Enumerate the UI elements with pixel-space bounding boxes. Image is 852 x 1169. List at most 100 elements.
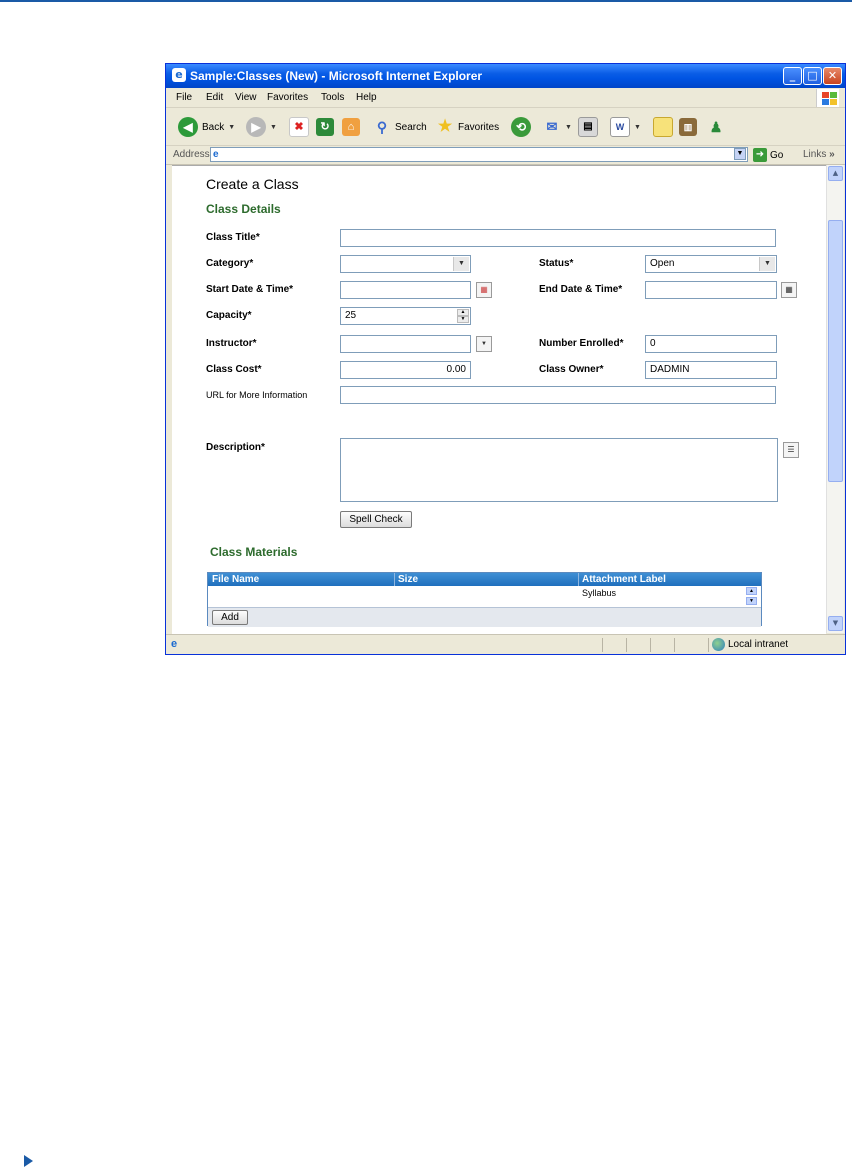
scroll-up-icon[interactable]: ▲ (828, 166, 843, 181)
section-class-materials: Class Materials (210, 545, 298, 559)
messenger-button[interactable]: ♟ (707, 116, 725, 138)
minimize-button[interactable]: _ (783, 67, 802, 85)
refresh-icon: ↻ (316, 118, 334, 136)
mail-button[interactable]: ✉ ▼ (543, 116, 572, 138)
status-divider (626, 638, 627, 652)
col-attachment-label[interactable]: Attachment Label (582, 573, 666, 586)
note-icon (653, 117, 673, 137)
menu-lines-icon[interactable]: ☰ (783, 442, 799, 458)
research-button[interactable]: ▥ (679, 116, 697, 138)
status-dropdown-icon[interactable]: ▼ (759, 257, 775, 271)
add-button[interactable]: Add (212, 610, 248, 625)
vertical-scrollbar[interactable]: ▲ ▼ (826, 165, 844, 633)
search-button[interactable]: ⚲ Search (373, 116, 427, 138)
menu-edit[interactable]: Edit (206, 92, 223, 103)
print-button[interactable]: ▤ (578, 116, 598, 138)
status-divider (602, 638, 603, 652)
ie-logo-icon: e (172, 68, 186, 82)
go-button[interactable]: ➜ Go (753, 148, 783, 162)
grid-header: File Name Size Attachment Label (208, 573, 761, 586)
favorites-button[interactable]: ★ Favorites (436, 116, 499, 138)
scroll-thumb[interactable] (828, 220, 843, 482)
menu-tools[interactable]: Tools (321, 92, 344, 103)
status-select[interactable]: Open ▼ (645, 255, 777, 273)
number-enrolled-input[interactable]: 0 (645, 335, 777, 353)
grid-scrollbar[interactable]: ▲ ▼ (746, 587, 758, 606)
category-dropdown-icon[interactable]: ▼ (453, 257, 469, 271)
stop-icon: ✖ (289, 117, 309, 137)
label-category: Category* (206, 258, 254, 269)
maximize-button[interactable]: □ (803, 67, 822, 85)
security-zone: Local intranet (728, 639, 789, 650)
address-dropdown-icon[interactable]: ▼ (734, 148, 746, 160)
category-select[interactable]: ▼ (340, 255, 471, 273)
forward-arrow-icon: ▶ (246, 117, 266, 137)
page-title: Create a Class (206, 176, 299, 192)
discuss-button[interactable] (653, 116, 673, 138)
spin-down-icon[interactable]: ▼ (457, 316, 469, 323)
col-divider (578, 573, 579, 586)
go-label: Go (770, 149, 784, 161)
col-file-name[interactable]: File Name (212, 573, 259, 586)
menu-help[interactable]: Help (356, 92, 377, 103)
page-top-rule (0, 0, 852, 2)
class-cost-input[interactable]: 0.00 (340, 361, 471, 379)
messenger-icon: ♟ (709, 119, 723, 135)
end-calendar-icon[interactable]: ▦ (781, 282, 797, 298)
home-button[interactable]: ⌂ (342, 116, 360, 138)
url-input[interactable] (340, 386, 776, 404)
col-size[interactable]: Size (398, 573, 418, 586)
word-edit-icon: W (610, 117, 630, 137)
menu-file[interactable]: File (176, 92, 192, 103)
back-button[interactable]: ◀ Back ▼ (178, 116, 235, 138)
forward-button[interactable]: ▶ ▼ (246, 116, 277, 138)
capacity-stepper[interactable]: 25 ▲ ▼ (340, 307, 471, 325)
cell-attachment-label: Syllabus (582, 588, 617, 598)
status-value: Open (650, 258, 675, 269)
back-dropdown-icon[interactable]: ▼ (228, 124, 235, 131)
title-bar[interactable]: e Sample:Classes (New) - Microsoft Inter… (166, 64, 845, 88)
page-status-icon: e (171, 638, 178, 650)
label-class-cost: Class Cost* (206, 364, 262, 375)
intranet-globe-icon (712, 638, 725, 651)
label-start-date: Start Date & Time* (206, 284, 294, 295)
address-input[interactable]: e (210, 147, 748, 162)
toolbar: ◀ Back ▼ ▶ ▼ ✖ ↻ ⌂ ⚲ Search ★ Favorites … (166, 108, 845, 146)
scroll-down-icon[interactable]: ▼ (828, 616, 843, 631)
printer-icon: ▤ (578, 117, 598, 137)
page-content: Create a Class Class Details Class Title… (172, 165, 826, 634)
end-date-input[interactable] (645, 281, 777, 299)
favorites-label: Favorites (458, 121, 500, 133)
status-divider (650, 638, 651, 652)
search-label: Search (395, 121, 427, 133)
forward-dropdown-icon[interactable]: ▼ (270, 124, 277, 131)
menu-favorites[interactable]: Favorites (267, 92, 308, 103)
edit-button[interactable]: W ▼ (610, 116, 641, 138)
label-capacity: Capacity* (206, 310, 252, 321)
mail-dropdown-icon[interactable]: ▼ (565, 124, 572, 131)
close-button[interactable]: ✕ (823, 67, 842, 85)
research-icon: ▥ (679, 118, 697, 136)
stop-button[interactable]: ✖ (289, 116, 309, 138)
start-calendar-icon[interactable]: ▦ (476, 282, 492, 298)
description-textarea[interactable] (340, 438, 778, 502)
label-class-title: Class Title* (206, 232, 260, 243)
class-title-input[interactable] (340, 229, 776, 247)
grid-scroll-up-icon[interactable]: ▲ (746, 587, 757, 595)
start-date-input[interactable] (340, 281, 471, 299)
class-owner-input[interactable]: DADMIN (645, 361, 777, 379)
menu-bar: File Edit View Favorites Tools Help (166, 89, 845, 108)
address-label: Address (173, 149, 210, 160)
refresh-button[interactable]: ↻ (316, 116, 334, 138)
spin-up-icon[interactable]: ▲ (457, 309, 469, 316)
instructor-dropdown-icon[interactable]: ▼ (476, 336, 492, 352)
instructor-input[interactable] (340, 335, 471, 353)
spell-check-button[interactable]: Spell Check (340, 511, 412, 528)
menu-view[interactable]: View (235, 92, 257, 103)
footer-arrow-icon (24, 1155, 33, 1167)
links-button[interactable]: Links » (803, 149, 835, 160)
label-instructor: Instructor* (206, 338, 257, 349)
edit-dropdown-icon[interactable]: ▼ (634, 124, 641, 131)
grid-scroll-down-icon[interactable]: ▼ (746, 597, 757, 605)
history-button[interactable]: ⟲ (511, 116, 531, 138)
